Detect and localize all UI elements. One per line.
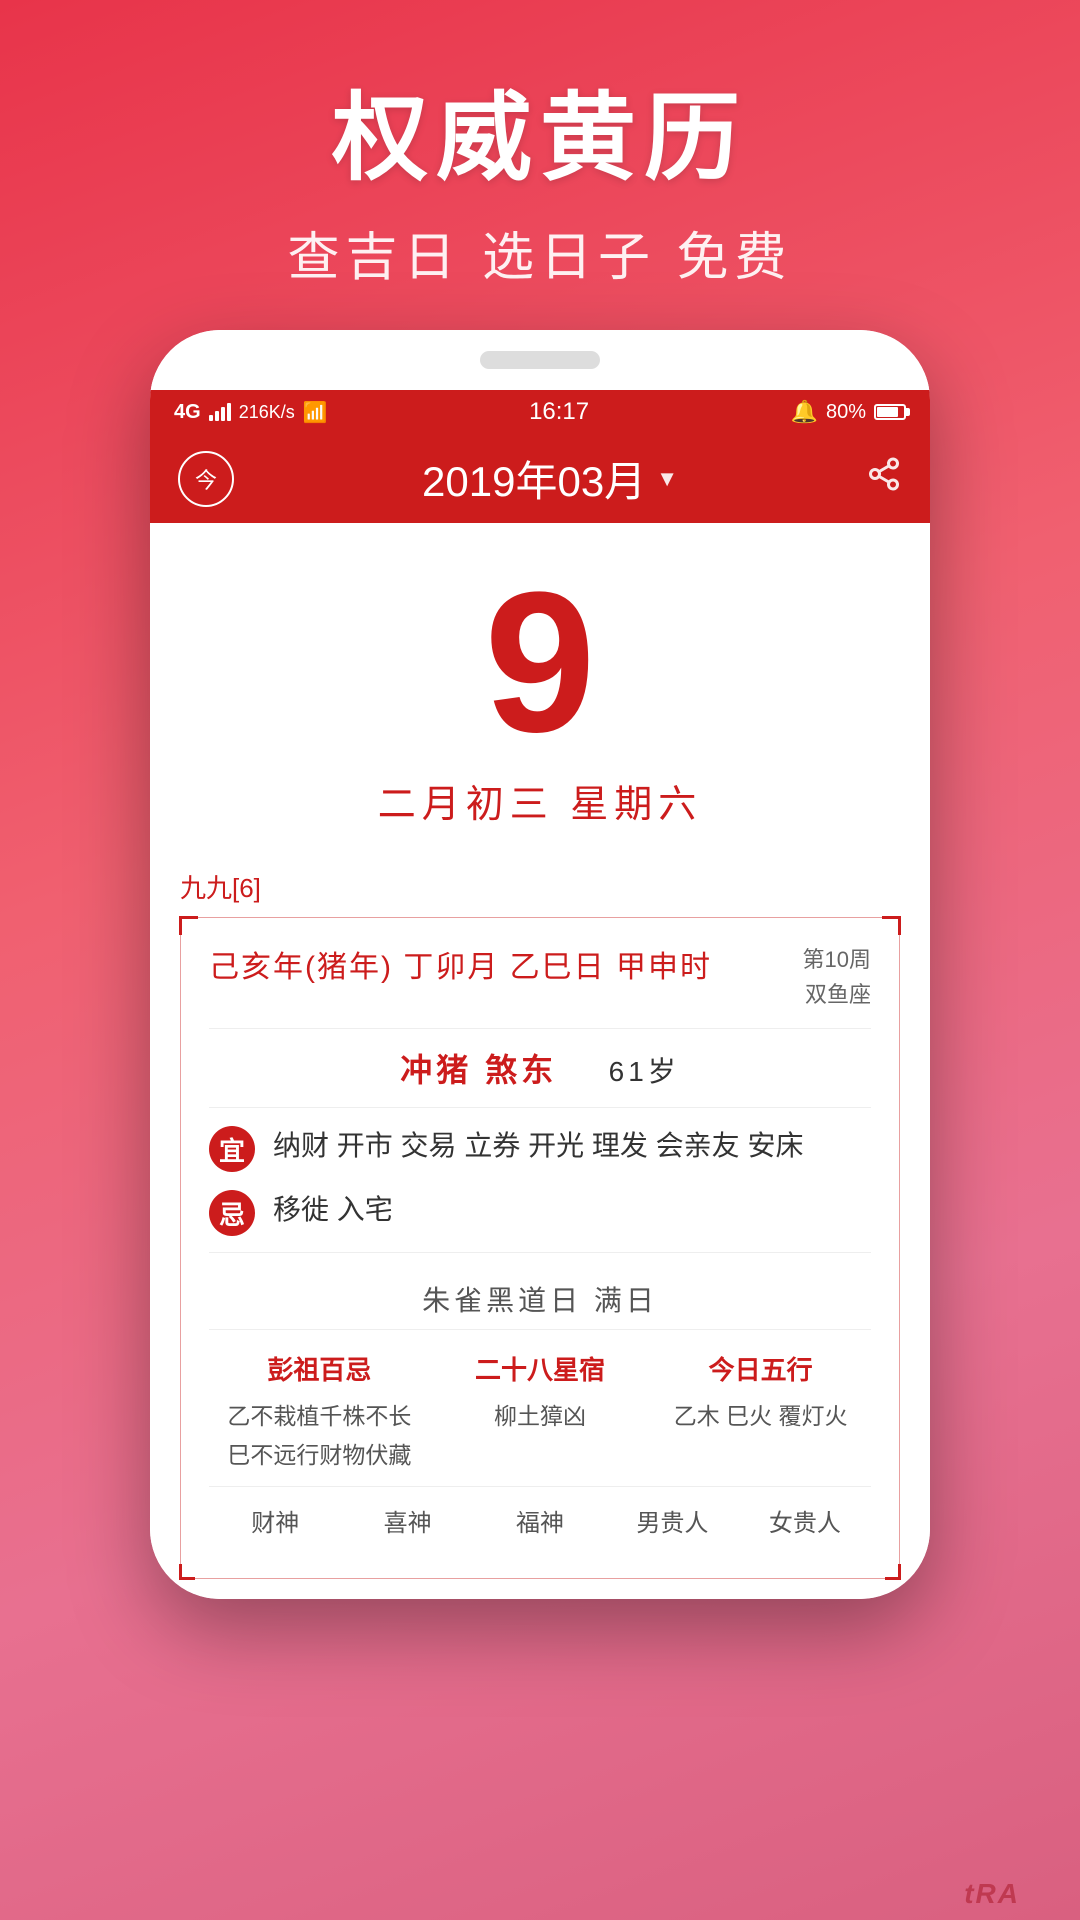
black-day-row: 朱雀黑道日 满日 — [209, 1269, 871, 1329]
zodiac: 双鱼座 — [803, 977, 871, 1012]
week-label: 第10周 — [803, 942, 871, 977]
day-number: 9 — [180, 563, 900, 763]
col1-line2: 巳不远行财物伏藏 — [209, 1436, 430, 1475]
yi-ji-section: 宜 纳财 开市 交易 立券 开光 理发 会亲友 安床 忌 移徙 入宅 — [209, 1124, 871, 1236]
col1-title: 彭祖百忌 — [209, 1350, 430, 1387]
lunar-date: 二月初三 星期六 — [180, 773, 900, 828]
footer-nvguiren: 女贵人 — [739, 1503, 871, 1538]
top-section: 权威黄历 查吉日 选日子 免费 — [0, 0, 1080, 330]
background: 权威黄历 查吉日 选日子 免费 4G 216K/s 📶 16:17 — [0, 0, 1080, 1920]
yi-badge: 宜 — [209, 1126, 255, 1172]
col2-title: 二十八星宿 — [430, 1350, 651, 1387]
footer-nanguiren: 男贵人 — [606, 1503, 738, 1538]
col2-content: 柳土獐凶 — [430, 1397, 651, 1436]
ganzhi-row: 己亥年(猪年) 丁卯月 乙巳日 甲申时 第10周 双鱼座 — [209, 942, 871, 1029]
col-28star: 二十八星宿 柳土獐凶 — [430, 1350, 651, 1475]
ji-content: 移徙 入宅 — [273, 1188, 871, 1233]
app-header: 今 2019年03月 ▼ — [150, 434, 930, 523]
sub-title: 查吉日 选日子 免费 — [0, 215, 1080, 290]
clash-age: 61岁 — [609, 1056, 680, 1087]
almanac-section: 九九[6] 己亥年(猪年) 丁卯月 乙巳日 甲申时 第10周 双鱼座 — [150, 848, 930, 1599]
ganzhi-sub: 第10周 双鱼座 — [803, 942, 871, 1012]
share-button[interactable] — [866, 456, 902, 501]
data-speed: 216K/s — [239, 402, 295, 423]
clash-row: 冲猪 煞东 61岁 — [209, 1045, 871, 1108]
corner-bl — [179, 1564, 195, 1580]
alarm-icon: 🔔 — [791, 399, 818, 425]
status-bar: 4G 216K/s 📶 16:17 🔔 80% — [150, 390, 930, 434]
corner-br — [885, 1564, 901, 1580]
signal-label: 4G — [174, 401, 201, 424]
col-wuxing: 今日五行 乙木 巳火 覆灯火 — [650, 1350, 871, 1475]
ganzhi-main: 己亥年(猪年) 丁卯月 乙巳日 甲申时 — [209, 942, 712, 986]
divider-1 — [209, 1252, 871, 1253]
ji-badge: 忌 — [209, 1190, 255, 1236]
nine-nine-label: 九九[6] — [180, 868, 900, 905]
month-selector[interactable]: 2019年03月 ▼ — [422, 448, 678, 509]
footer-fusheng: 福神 — [474, 1503, 606, 1538]
signal-bars — [209, 403, 231, 421]
month-display: 2019年03月 — [422, 448, 646, 509]
today-button[interactable]: 今 — [178, 451, 234, 507]
col1-line1: 乙不栽植千株不长 — [209, 1397, 430, 1436]
dropdown-arrow: ▼ — [656, 466, 678, 492]
ji-row: 忌 移徙 入宅 — [209, 1188, 871, 1236]
yi-content: 纳财 开市 交易 立券 开光 理发 会亲友 安床 — [273, 1124, 871, 1169]
three-columns: 彭祖百忌 乙不栽植千株不长 巳不远行财物伏藏 二十八星宿 柳土獐凶 今日五行 乙… — [209, 1329, 871, 1485]
speaker — [480, 351, 600, 369]
calendar-body: 9 二月初三 星期六 九九[6] 己亥年(猪年) 丁卯月 乙巳日 甲申时 第10… — [150, 523, 930, 1599]
clash-text: 冲猪 煞东 — [400, 1052, 557, 1088]
col3-content: 乙木 巳火 覆灯火 — [650, 1397, 871, 1436]
col3-title: 今日五行 — [650, 1350, 871, 1387]
phone-frame: 4G 216K/s 📶 16:17 🔔 80% 今 — [150, 330, 930, 1599]
phone-top-bar — [150, 330, 930, 390]
footer-caisheng: 财神 — [209, 1503, 341, 1538]
footer-xisheng: 喜神 — [341, 1503, 473, 1538]
battery-pct: 80% — [826, 401, 866, 424]
big-date-section: 9 二月初三 星期六 — [150, 523, 930, 848]
almanac-card: 己亥年(猪年) 丁卯月 乙巳日 甲申时 第10周 双鱼座 冲猪 煞东 61岁 — [180, 917, 900, 1579]
wifi-icon: 📶 — [303, 400, 328, 425]
col-pengzu: 彭祖百忌 乙不栽植千株不长 巳不远行财物伏藏 — [209, 1350, 430, 1475]
main-title: 权威黄历 — [0, 60, 1080, 199]
yi-row: 宜 纳财 开市 交易 立券 开光 理发 会亲友 安床 — [209, 1124, 871, 1172]
five-columns: 财神 喜神 福神 男贵人 女贵人 — [209, 1486, 871, 1554]
status-time: 16:17 — [529, 398, 589, 426]
tra-label: tRA — [964, 1878, 1020, 1910]
battery-icon — [874, 404, 906, 420]
